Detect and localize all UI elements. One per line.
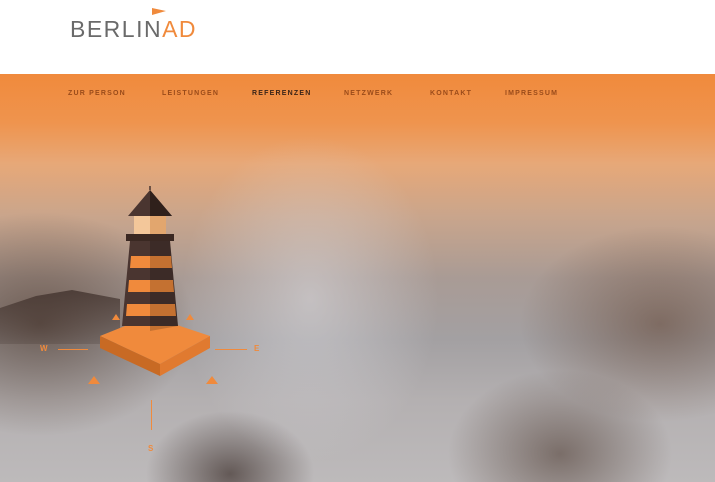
compass-line-south (151, 400, 152, 430)
nav-item-zur-person[interactable]: ZUR PERSON (68, 90, 126, 97)
lighthouse-icon (100, 186, 210, 376)
nav-item-referenzen[interactable]: REFERENZEN (252, 90, 311, 97)
logo[interactable]: BERLINAD (70, 16, 197, 43)
logo-main: BERLIN (70, 16, 163, 42)
compass-arrow-ne (186, 314, 194, 320)
compass-west: W (40, 344, 48, 353)
logo-accent: AD (162, 16, 198, 42)
compass-arrow-sw (88, 376, 100, 384)
site-header: BERLINAD (0, 0, 715, 74)
nav-item-netzwerk[interactable]: NETZWERK (344, 90, 393, 97)
nav-item-leistungen[interactable]: LEISTUNGEN (162, 90, 219, 97)
compass-arrow-nw (112, 314, 120, 320)
nav-item-kontakt[interactable]: KONTAKT (430, 90, 472, 97)
compass-line-west (58, 349, 88, 350)
compass-south: S (148, 444, 154, 453)
compass-line-east (215, 349, 247, 350)
main-nav: ZUR PERSON LEISTUNGEN REFERENZEN NETZWER… (0, 90, 715, 104)
compass-east: E (254, 344, 260, 353)
compass-arrow-se (206, 376, 218, 384)
hero-banner: ZUR PERSON LEISTUNGEN REFERENZEN NETZWER… (0, 74, 715, 482)
nav-item-impressum[interactable]: IMPRESSUM (505, 90, 558, 97)
